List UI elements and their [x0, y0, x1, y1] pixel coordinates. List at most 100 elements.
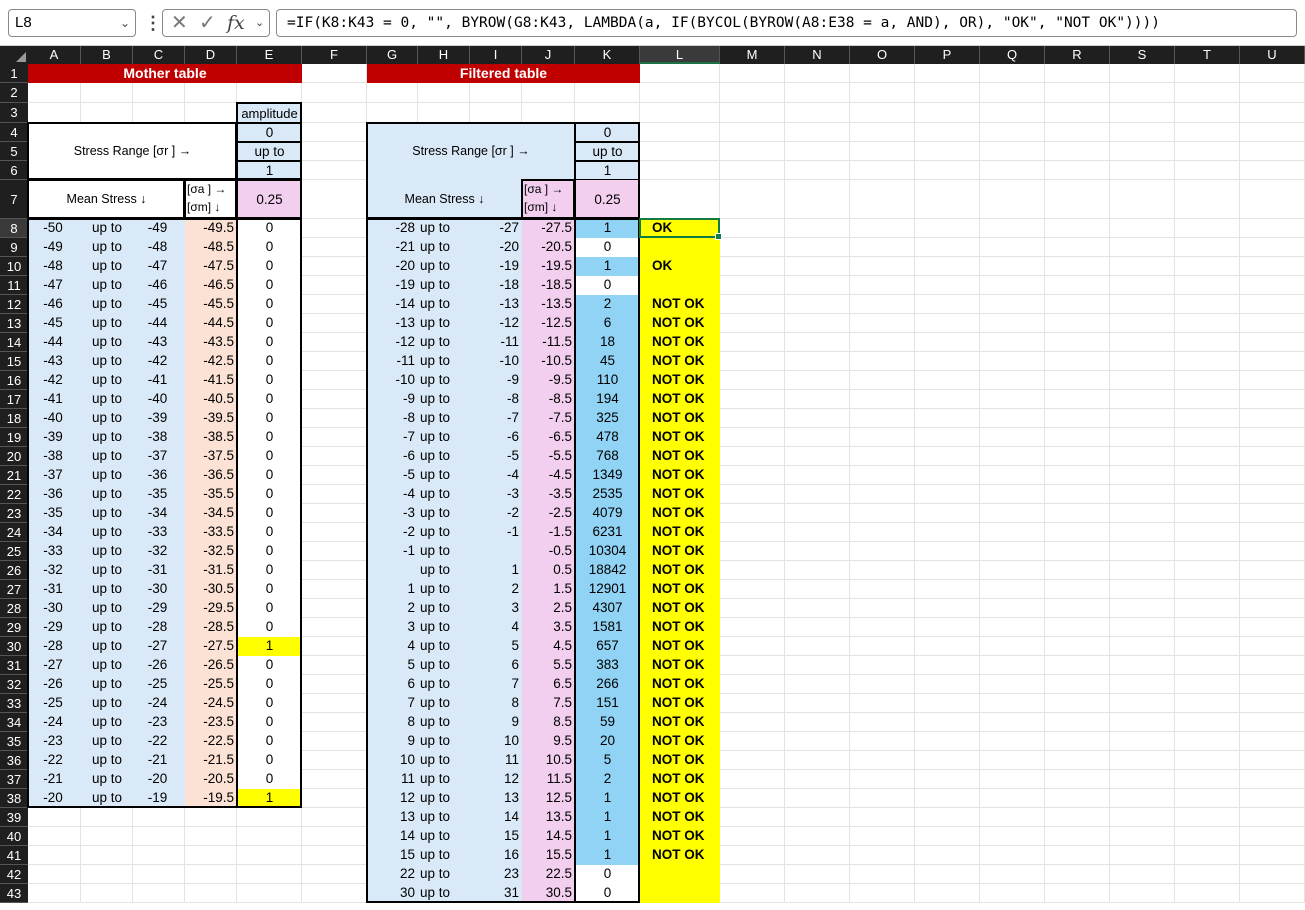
upto-cell[interactable]: up to: [81, 371, 133, 390]
count-cell[interactable]: 0: [237, 618, 302, 637]
filtered-mean-to-cell[interactable]: 1: [470, 561, 522, 580]
upto-cell[interactable]: up to: [81, 238, 133, 257]
result-cell[interactable]: NOT OK: [640, 371, 720, 390]
upto-cell[interactable]: up to: [81, 580, 133, 599]
enter-icon[interactable]: ✓: [199, 10, 216, 36]
upto-cell[interactable]: up to: [81, 713, 133, 732]
filtered-count-cell[interactable]: 5: [575, 751, 640, 770]
filtered-upto-cell[interactable]: up to: [418, 884, 470, 903]
mean-mid-cell[interactable]: -31.5: [185, 561, 237, 580]
filtered-mean-mid-cell[interactable]: 10.5: [522, 751, 575, 770]
count-cell[interactable]: 0: [237, 770, 302, 789]
result-cell[interactable]: OK: [640, 219, 720, 238]
mean-from-cell[interactable]: -20: [28, 789, 81, 808]
upto-cell[interactable]: up to: [81, 390, 133, 409]
column-header[interactable]: Q: [980, 46, 1045, 64]
row-header[interactable]: 16: [0, 371, 28, 390]
mean-from-cell[interactable]: -34: [28, 523, 81, 542]
chevron-down-icon[interactable]: ⌄: [255, 10, 264, 36]
filtered-mean-from-cell[interactable]: -7: [367, 428, 418, 447]
mean-stress-label[interactable]: Mean Stress ↓: [28, 180, 185, 219]
filtered-count-cell[interactable]: 10304: [575, 542, 640, 561]
filtered-mean-to-cell[interactable]: -8: [470, 390, 522, 409]
filtered-count-cell[interactable]: 1: [575, 827, 640, 846]
count-cell[interactable]: 0: [237, 656, 302, 675]
filtered-mean-to-cell[interactable]: -19: [470, 257, 522, 276]
insert-function-icon[interactable]: fx: [227, 10, 245, 36]
more-options-icon[interactable]: ⋮: [144, 10, 162, 36]
row-header[interactable]: 27: [0, 580, 28, 599]
mean-to-cell[interactable]: -34: [133, 504, 185, 523]
upto-cell[interactable]: up to: [81, 504, 133, 523]
upto-cell[interactable]: up to: [81, 770, 133, 789]
filtered-mean-mid-cell[interactable]: -2.5: [522, 504, 575, 523]
result-cell[interactable]: NOT OK: [640, 789, 720, 808]
filtered-mean-to-cell[interactable]: 8: [470, 694, 522, 713]
result-cell[interactable]: NOT OK: [640, 770, 720, 789]
filtered-mean-mid-cell[interactable]: -4.5: [522, 466, 575, 485]
filtered-mean-from-cell[interactable]: -5: [367, 466, 418, 485]
filtered-mean-from-cell[interactable]: -20: [367, 257, 418, 276]
mean-to-cell[interactable]: -23: [133, 713, 185, 732]
mean-mid-cell[interactable]: -44.5: [185, 314, 237, 333]
filtered-count-cell[interactable]: 0: [575, 865, 640, 884]
mean-to-cell[interactable]: -47: [133, 257, 185, 276]
count-cell[interactable]: 0: [237, 751, 302, 770]
filtered-mean-from-cell[interactable]: -3: [367, 504, 418, 523]
filtered-mean-to-cell[interactable]: -9: [470, 371, 522, 390]
mean-mid-cell[interactable]: -33.5: [185, 523, 237, 542]
filtered-upto-cell[interactable]: up to: [418, 219, 470, 238]
column-header[interactable]: E: [237, 46, 302, 64]
mean-from-cell[interactable]: -37: [28, 466, 81, 485]
row-header[interactable]: 12: [0, 295, 28, 314]
filtered-count-cell[interactable]: 20: [575, 732, 640, 751]
select-all-button[interactable]: [0, 46, 28, 64]
filtered-mean-mid-cell[interactable]: -0.5: [522, 542, 575, 561]
filtered-upto-cell[interactable]: up to: [418, 314, 470, 333]
count-cell[interactable]: 0: [237, 352, 302, 371]
filtered-mean-from-cell[interactable]: 22: [367, 865, 418, 884]
mean-mid-cell[interactable]: -30.5: [185, 580, 237, 599]
name-box[interactable]: L8 ⌄: [8, 9, 136, 37]
mean-mid-cell[interactable]: -46.5: [185, 276, 237, 295]
filtered-mean-mid-cell[interactable]: 14.5: [522, 827, 575, 846]
filtered-mean-from-cell[interactable]: 5: [367, 656, 418, 675]
filtered-upto-cell[interactable]: up to: [418, 770, 470, 789]
formula-input[interactable]: =IF(K8:K43 = 0, "", BYROW(G8:K43, LAMBDA…: [276, 9, 1297, 37]
mean-from-cell[interactable]: -24: [28, 713, 81, 732]
column-header[interactable]: H: [418, 46, 470, 64]
mean-mid-cell[interactable]: -20.5: [185, 770, 237, 789]
filtered-upto-cell[interactable]: up to: [418, 238, 470, 257]
filtered-mean-mid-cell[interactable]: -12.5: [522, 314, 575, 333]
filtered-mean-to-cell[interactable]: -5: [470, 447, 522, 466]
mean-from-cell[interactable]: -25: [28, 694, 81, 713]
row-header[interactable]: 31: [0, 656, 28, 675]
mean-mid-cell[interactable]: -49.5: [185, 219, 237, 238]
filtered-mean-mid-cell[interactable]: -5.5: [522, 447, 575, 466]
mean-from-cell[interactable]: -38: [28, 447, 81, 466]
filtered-mean-to-cell[interactable]: 15: [470, 827, 522, 846]
column-header[interactable]: N: [785, 46, 850, 64]
mean-to-cell[interactable]: -36: [133, 466, 185, 485]
mean-to-cell[interactable]: -22: [133, 732, 185, 751]
mean-from-cell[interactable]: -29: [28, 618, 81, 637]
row-header[interactable]: 29: [0, 618, 28, 637]
filtered-mean-from-cell[interactable]: 1: [367, 580, 418, 599]
count-cell[interactable]: 0: [237, 694, 302, 713]
mean-from-cell[interactable]: -42: [28, 371, 81, 390]
filtered-count-cell[interactable]: 768: [575, 447, 640, 466]
filtered-mean-mid-cell[interactable]: -1.5: [522, 523, 575, 542]
filtered-mean-to-cell[interactable]: 13: [470, 789, 522, 808]
filtered-upto-cell[interactable]: up to: [418, 865, 470, 884]
result-cell[interactable]: NOT OK: [640, 561, 720, 580]
filtered-count-cell[interactable]: 478: [575, 428, 640, 447]
mother-table-title[interactable]: Mother table: [28, 64, 302, 83]
filtered-mean-mid-cell[interactable]: 9.5: [522, 732, 575, 751]
upto-cell[interactable]: up to: [81, 257, 133, 276]
filtered-mean-to-cell[interactable]: -3: [470, 485, 522, 504]
filtered-mean-to-cell[interactable]: 5: [470, 637, 522, 656]
mean-mid-cell[interactable]: -25.5: [185, 675, 237, 694]
result-cell[interactable]: NOT OK: [640, 542, 720, 561]
mean-from-cell[interactable]: -30: [28, 599, 81, 618]
filtered-mean-from-cell[interactable]: 3: [367, 618, 418, 637]
